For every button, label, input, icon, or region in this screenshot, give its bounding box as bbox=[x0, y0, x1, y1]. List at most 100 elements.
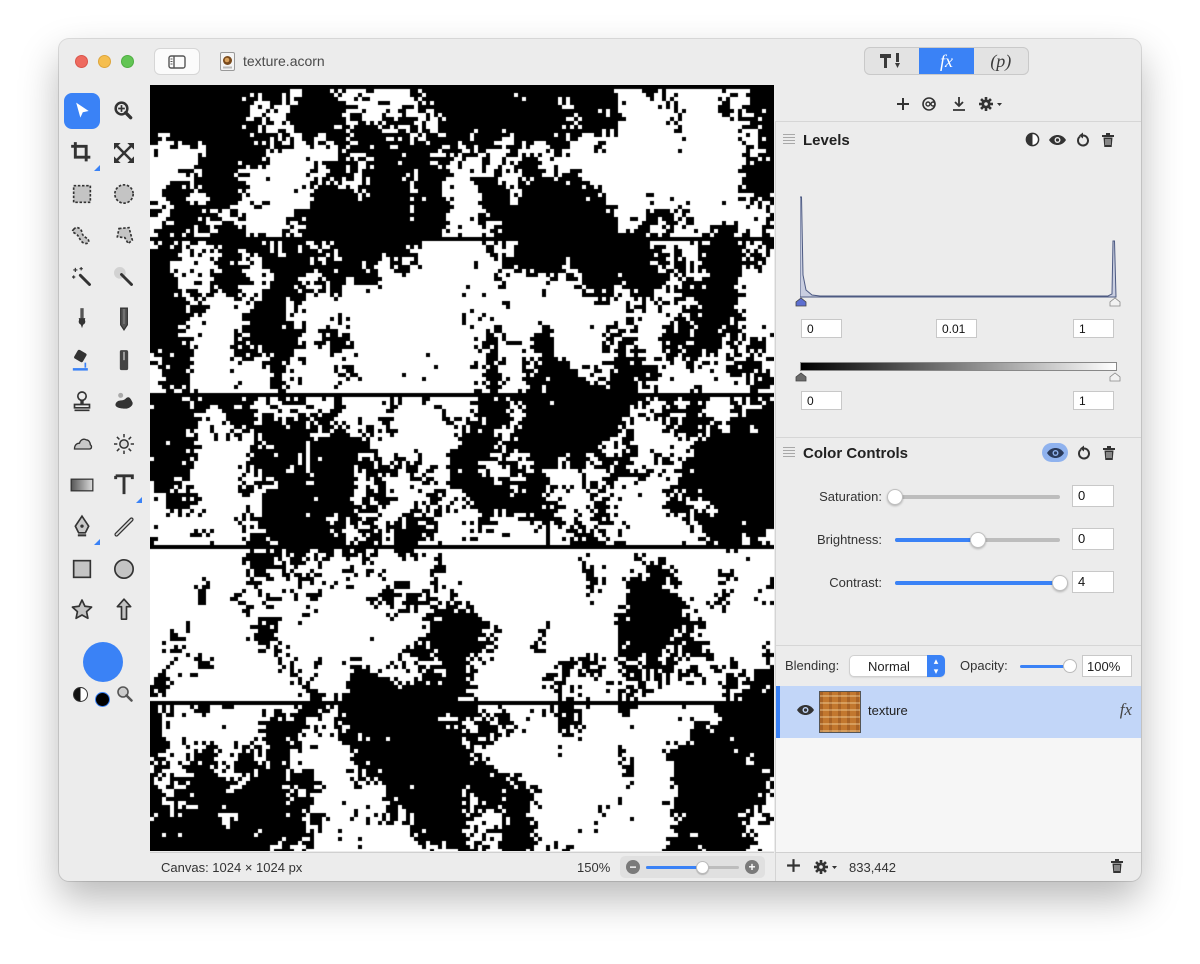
rect-marquee-tool[interactable] bbox=[64, 176, 100, 212]
contrast-slider-knob[interactable] bbox=[1052, 575, 1068, 591]
trash-icon bbox=[1101, 132, 1114, 147]
tab-properties[interactable]: (p) bbox=[974, 48, 1028, 74]
input-white-point-handle[interactable] bbox=[1109, 297, 1121, 307]
zoom-slider-knob[interactable] bbox=[695, 861, 709, 874]
color-controls-delete-button[interactable] bbox=[1099, 443, 1118, 462]
levels-visibility-button[interactable] bbox=[1048, 130, 1067, 149]
background-color-swatch[interactable] bbox=[95, 692, 110, 707]
lasso-tool[interactable] bbox=[64, 218, 100, 254]
oval-shape-icon bbox=[114, 558, 134, 579]
eye-icon bbox=[1046, 447, 1064, 458]
levels-input-black-field[interactable]: 0 bbox=[801, 319, 842, 338]
tab-effects[interactable]: fx bbox=[919, 48, 974, 74]
smudge-tool[interactable] bbox=[106, 384, 142, 420]
zoom-window-button[interactable] bbox=[121, 55, 134, 68]
levels-delete-button[interactable] bbox=[1098, 130, 1117, 149]
magic-wand-icon bbox=[72, 267, 91, 287]
oval-shape-tool[interactable] bbox=[106, 551, 142, 587]
layer-fx-icon[interactable]: fx bbox=[1120, 700, 1132, 720]
toggle-sidebar-button[interactable] bbox=[154, 48, 200, 75]
rectangle-shape-tool[interactable] bbox=[64, 551, 100, 587]
text-tool[interactable] bbox=[106, 467, 142, 504]
eraser-tool[interactable] bbox=[106, 343, 142, 379]
clone-stamp-icon bbox=[73, 391, 91, 412]
saturation-slider[interactable] bbox=[887, 489, 1060, 505]
rectangle-shape-icon bbox=[72, 559, 92, 578]
polygon-lasso-tool[interactable] bbox=[106, 218, 142, 254]
burn-icon bbox=[73, 438, 93, 450]
add-layer-button[interactable] bbox=[786, 858, 801, 876]
levels-gamma-field[interactable]: 0.01 bbox=[936, 319, 977, 338]
pencil-tool[interactable] bbox=[106, 301, 142, 337]
star-tool[interactable] bbox=[64, 592, 100, 628]
filter-gear-menu[interactable] bbox=[978, 95, 1004, 113]
import-filter-button[interactable] bbox=[950, 95, 968, 113]
canvas-image-texture[interactable] bbox=[150, 85, 774, 851]
layer-name[interactable]: texture bbox=[868, 703, 908, 718]
color-picker-button[interactable] bbox=[116, 685, 133, 705]
levels-input-white-field[interactable]: 1 bbox=[1073, 319, 1114, 338]
eye-icon bbox=[1049, 134, 1066, 145]
zoom-in-button[interactable]: + bbox=[745, 860, 759, 874]
blending-mode-value: Normal bbox=[868, 659, 910, 674]
arrow-tool[interactable] bbox=[106, 592, 142, 628]
layer-row[interactable]: texture fx bbox=[776, 686, 1141, 738]
output-white-handle[interactable] bbox=[1109, 372, 1121, 382]
layer-visibility-toggle[interactable] bbox=[796, 704, 815, 719]
pen-tool[interactable] bbox=[64, 509, 100, 545]
levels-output-white-field[interactable]: 1 bbox=[1073, 391, 1114, 410]
close-window-button[interactable] bbox=[75, 55, 88, 68]
app-window: texture.acorn fx (p) Canvas: 1024 × 1024… bbox=[59, 39, 1141, 881]
levels-output-black-field[interactable]: 0 bbox=[801, 391, 842, 410]
foreground-color-swatch[interactable] bbox=[83, 642, 123, 682]
magic-wand-tool[interactable] bbox=[64, 259, 100, 295]
brush-tool[interactable] bbox=[64, 301, 100, 337]
star-icon bbox=[71, 599, 93, 620]
burn-tool[interactable] bbox=[64, 426, 100, 462]
clone-stamp-tool[interactable] bbox=[64, 384, 100, 420]
brightness-slider-knob[interactable] bbox=[969, 532, 986, 548]
contrast-field[interactable]: 4 bbox=[1072, 571, 1114, 593]
saturation-field[interactable]: 0 bbox=[1072, 485, 1114, 507]
canvas-status-bar: Canvas: 1024 × 1024 px 150% − + bbox=[150, 852, 774, 881]
brightness-slider-fill bbox=[895, 538, 978, 542]
pen-icon bbox=[74, 514, 90, 537]
saturation-slider-knob[interactable] bbox=[887, 489, 903, 505]
transform-tool[interactable] bbox=[106, 135, 142, 171]
brightness-slider[interactable] bbox=[895, 532, 1060, 548]
instant-alpha-tool[interactable] bbox=[106, 259, 142, 295]
gradient-tool[interactable] bbox=[64, 467, 100, 503]
opacity-field[interactable]: 100% bbox=[1082, 655, 1132, 677]
layer-gear-menu[interactable] bbox=[813, 859, 839, 878]
filter-presets-button[interactable] bbox=[922, 95, 940, 113]
opacity-slider[interactable] bbox=[1020, 659, 1077, 673]
zoom-slider[interactable] bbox=[646, 861, 739, 874]
divider bbox=[776, 437, 1141, 438]
image-canvas[interactable] bbox=[150, 85, 774, 851]
blending-mode-select[interactable]: Normal ▴ ▾ bbox=[849, 655, 945, 677]
dodge-tool[interactable] bbox=[106, 426, 142, 462]
ellipse-marquee-tool[interactable] bbox=[106, 176, 142, 212]
contrast-slider[interactable] bbox=[895, 575, 1068, 591]
line-tool[interactable] bbox=[106, 509, 142, 545]
output-black-handle[interactable] bbox=[795, 372, 807, 382]
color-controls-reset-button[interactable] bbox=[1074, 443, 1093, 462]
crop-tool[interactable] bbox=[64, 135, 100, 171]
zoom-out-button[interactable]: − bbox=[626, 860, 640, 874]
paint-bucket-tool[interactable] bbox=[64, 343, 100, 379]
minimize-window-button[interactable] bbox=[98, 55, 111, 68]
tab-tools[interactable] bbox=[865, 48, 919, 74]
brightness-field[interactable]: 0 bbox=[1072, 528, 1114, 550]
levels-auto-button[interactable] bbox=[1023, 130, 1042, 149]
zoom-tool[interactable] bbox=[106, 93, 142, 129]
swap-colors-icon[interactable] bbox=[73, 687, 88, 702]
input-black-point-handle[interactable] bbox=[795, 297, 807, 307]
delete-layer-button[interactable] bbox=[1111, 859, 1123, 876]
color-controls-visibility-button[interactable] bbox=[1042, 443, 1068, 462]
drag-handle-icon[interactable] bbox=[783, 447, 795, 459]
select-tool[interactable] bbox=[64, 93, 100, 129]
add-filter-button[interactable] bbox=[894, 95, 912, 113]
levels-reset-button[interactable] bbox=[1073, 130, 1092, 149]
opacity-slider-knob[interactable] bbox=[1063, 659, 1077, 673]
drag-handle-icon[interactable] bbox=[783, 134, 795, 146]
